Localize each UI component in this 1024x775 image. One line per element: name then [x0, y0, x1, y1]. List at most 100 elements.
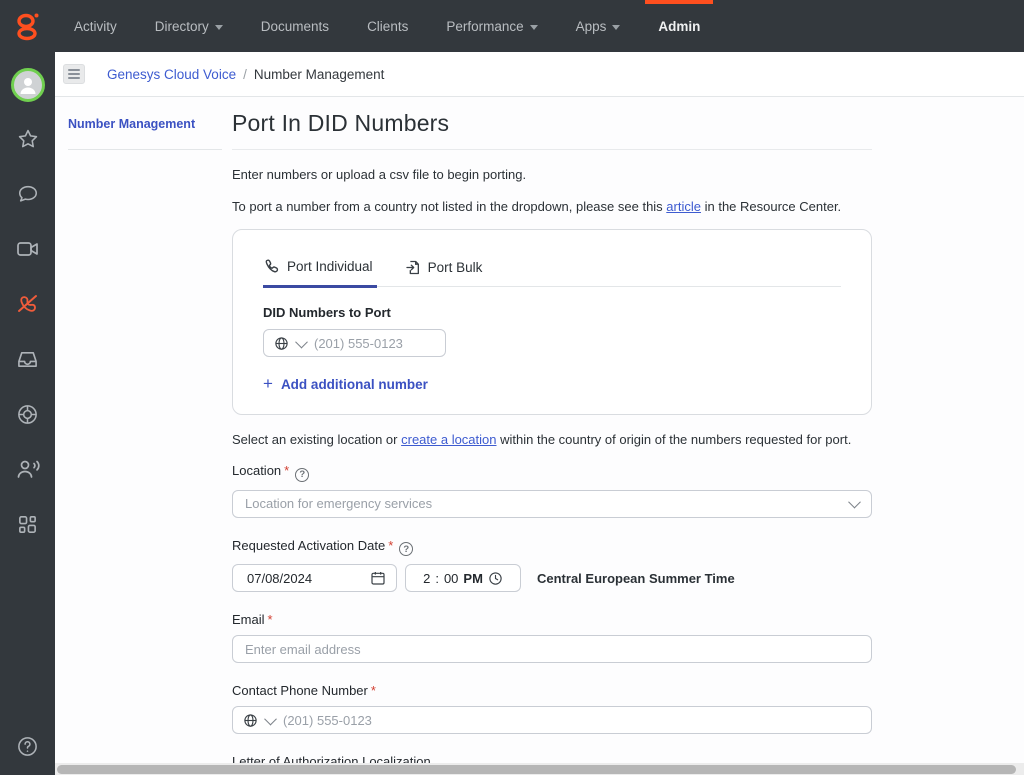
intro-text-1: Enter numbers or upload a csv file to be…: [232, 167, 527, 182]
required-marker: *: [370, 683, 376, 698]
required-marker: *: [284, 463, 290, 478]
app-window: Activity Directory Documents Clients Per…: [0, 0, 1024, 775]
phone-handset-icon: [265, 259, 279, 273]
tab-port-individual[interactable]: Port Individual: [263, 258, 377, 288]
favorites-star-icon[interactable]: [13, 124, 43, 154]
contact-phone-input[interactable]: [283, 712, 861, 728]
nav-item-performance[interactable]: Performance: [427, 0, 556, 52]
location-select[interactable]: Location for emergency services: [232, 489, 872, 518]
breadcrumb: Genesys Cloud Voice / Number Management: [55, 52, 1024, 97]
inbox-tray-icon[interactable]: [13, 344, 43, 374]
tab-port-bulk[interactable]: Port Bulk: [405, 259, 487, 286]
nav-item-documents[interactable]: Documents: [242, 0, 348, 52]
chevron-down-icon: [529, 24, 538, 30]
page-title: Port In DID Numbers: [232, 110, 450, 136]
nav-label: Performance: [446, 18, 524, 34]
location-instruction: Select an existing location or create a …: [232, 432, 872, 447]
label-text: Contact Phone Number: [232, 683, 368, 698]
intro-text-2: To port a number from a country not list…: [232, 199, 872, 214]
calendar-icon[interactable]: [370, 570, 386, 586]
contact-phone-label: Contact Phone Number *: [232, 683, 872, 698]
nav-label: Admin: [658, 18, 701, 34]
chevron-down-icon: [214, 24, 223, 30]
file-import-icon: [405, 260, 419, 275]
date-input[interactable]: [247, 570, 347, 586]
did-phone-input-group: [263, 329, 446, 357]
nav-label: Directory: [154, 18, 209, 34]
port-tabs: Port Individual Port Bulk: [263, 258, 841, 288]
label-text: Email: [232, 612, 265, 627]
nav-item-directory[interactable]: Directory: [136, 0, 242, 52]
intro2-pre: To port a number from a country not list…: [232, 199, 667, 214]
nav-label: Clients: [367, 18, 409, 34]
apps-grid-icon[interactable]: [13, 509, 43, 539]
support-life-ring-icon[interactable]: [13, 399, 43, 429]
required-marker: *: [267, 612, 273, 627]
label-text: Requested Activation Date: [232, 537, 386, 553]
location-text-pre: Select an existing location or: [232, 432, 402, 447]
time-ampm[interactable]: PM: [463, 571, 483, 586]
secondary-sidebar: Number Management: [55, 97, 232, 775]
agent-person-icon[interactable]: [13, 454, 43, 484]
add-additional-number-button[interactable]: + Add additional number: [263, 374, 841, 394]
horizontal-scrollbar[interactable]: [55, 763, 1024, 775]
user-avatar[interactable]: [10, 68, 45, 102]
breadcrumb-current-page: Number Management: [253, 66, 385, 82]
left-icon-sidebar: [0, 52, 55, 775]
clock-icon: [489, 571, 502, 585]
article-link[interactable]: article: [666, 199, 701, 214]
tab-label: Port Bulk: [427, 260, 483, 275]
main-panel: Port In DID Numbers Enter numbers or upl…: [232, 97, 1024, 775]
required-marker: *: [388, 537, 394, 553]
timezone-label: Central European Summer Time: [537, 570, 735, 586]
label-text: Location: [232, 463, 282, 478]
nav-item-admin[interactable]: Admin: [639, 0, 719, 52]
nav-label: Documents: [260, 18, 330, 34]
video-camera-icon[interactable]: [13, 234, 43, 264]
help-question-icon[interactable]: [13, 731, 43, 761]
did-numbers-label: DID Numbers to Port: [263, 305, 391, 320]
globe-icon: [275, 336, 288, 350]
breadcrumb-link-genesys-cloud-voice[interactable]: Genesys Cloud Voice: [107, 67, 236, 82]
globe-icon: [244, 713, 257, 727]
sidebar-item-number-management[interactable]: Number Management: [68, 117, 232, 149]
intro2-post: in the Resource Center.: [700, 199, 842, 214]
chevron-down-icon: [612, 24, 621, 30]
time-separator: :: [435, 570, 439, 586]
tab-label: Port Individual: [287, 259, 373, 274]
time-hour[interactable]: 2: [423, 571, 430, 586]
create-location-link[interactable]: create a location: [401, 432, 496, 447]
activation-date-label: Requested Activation Date *?: [232, 537, 872, 556]
email-input-group: [232, 635, 872, 663]
subnav-divider: [68, 149, 222, 150]
nav-item-apps[interactable]: Apps: [557, 0, 640, 52]
chevron-down-icon: [848, 495, 861, 509]
title-divider: [232, 149, 872, 150]
voice-phone-active-icon[interactable]: [13, 289, 43, 319]
person-icon: [20, 78, 35, 94]
plus-icon: +: [263, 374, 273, 393]
menu-hamburger-button[interactable]: [63, 64, 85, 84]
genesys-logo[interactable]: [0, 0, 55, 52]
horizontal-scrollbar-thumb[interactable]: [57, 764, 1017, 774]
location-text-post: within the country of origin of the numb…: [496, 432, 852, 447]
location-select-placeholder: Location for emergency services: [245, 496, 433, 511]
time-minute[interactable]: 00: [444, 571, 458, 586]
chevron-down-icon[interactable]: [264, 712, 277, 725]
email-input[interactable]: [245, 641, 859, 657]
content-area: Genesys Cloud Voice / Number Management …: [55, 52, 1024, 775]
genesys-logo-icon: [16, 13, 38, 41]
nav-item-activity[interactable]: Activity: [55, 0, 136, 52]
breadcrumb-separator: /: [243, 66, 247, 82]
nav-label: Apps: [575, 18, 607, 34]
chat-bubble-icon[interactable]: [13, 179, 43, 209]
location-label: Location *?: [232, 463, 872, 482]
chevron-down-icon[interactable]: [295, 335, 308, 348]
nav-item-clients[interactable]: Clients: [348, 0, 427, 52]
help-tooltip-icon[interactable]: ?: [295, 467, 310, 482]
help-tooltip-icon[interactable]: ?: [399, 542, 414, 556]
time-input-group[interactable]: 2 : 00 PM: [405, 564, 521, 592]
email-label: Email *: [232, 612, 872, 627]
contact-phone-input-group: [232, 706, 872, 734]
did-phone-input[interactable]: [314, 335, 435, 351]
